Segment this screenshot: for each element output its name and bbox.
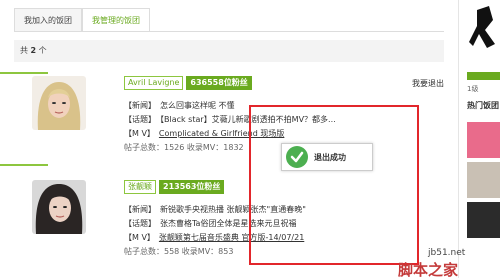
hot-group-thumbnail[interactable] bbox=[467, 162, 500, 198]
tab-managed-groups[interactable]: 我管理的饭团 bbox=[82, 8, 150, 32]
quit-group-link[interactable]: 我要退出 bbox=[412, 78, 444, 89]
right-sidebar: 1级 热门饭团 bbox=[458, 0, 500, 278]
watermark-site: jb51.net bbox=[428, 248, 466, 258]
group-name-row: Avril Lavigne 636558位粉丝 bbox=[124, 76, 252, 90]
fans-count: 213563 bbox=[163, 182, 197, 191]
level-progress-bar bbox=[467, 72, 500, 80]
news-tag: 【新闻】 bbox=[124, 205, 156, 214]
group-name-link[interactable]: 张靓颖 bbox=[124, 180, 156, 194]
group-name-row: 张靓颖 213563位粉丝 bbox=[124, 180, 225, 194]
checkmark-icon bbox=[286, 146, 308, 168]
row-separator bbox=[0, 164, 48, 166]
group-avatar[interactable] bbox=[32, 76, 86, 130]
mv-tag: 【M V】 bbox=[124, 233, 155, 242]
news-line: 【新闻】 怎么回事这样呢 不懂 bbox=[124, 100, 235, 111]
group-count-bar: 共 2 个 bbox=[14, 40, 444, 62]
group-stats: 帖子总数：558 收录MV：853 bbox=[124, 247, 234, 256]
news-tag: 【新闻】 bbox=[124, 101, 156, 110]
user-level: 1级 bbox=[467, 85, 479, 93]
highlight-box bbox=[249, 105, 419, 265]
group-name-link[interactable]: Avril Lavigne bbox=[124, 76, 184, 90]
count-value: 2 bbox=[30, 46, 37, 55]
fans-badge: 213563位粉丝 bbox=[159, 180, 225, 194]
row-separator bbox=[0, 72, 48, 74]
mv-tag: 【M V】 bbox=[124, 129, 155, 138]
fans-label: 位粉丝 bbox=[223, 78, 248, 87]
fans-count: 636558 bbox=[190, 78, 224, 87]
count-prefix: 共 bbox=[20, 46, 28, 55]
fans-label: 位粉丝 bbox=[196, 182, 221, 191]
success-toast: 退出成功 bbox=[281, 143, 373, 171]
hot-group-thumbnail[interactable] bbox=[467, 202, 500, 238]
news-text[interactable]: 怎么回事这样呢 不懂 bbox=[160, 101, 235, 110]
topic-tag: 【话题】 bbox=[124, 219, 156, 228]
hot-groups-title: 热门饭团 bbox=[467, 101, 499, 110]
group-avatar[interactable] bbox=[32, 180, 86, 234]
tab-bar: 我加入的饭团 我管理的饭团 bbox=[14, 8, 150, 32]
group-stats: 帖子总数：1526 收录MV：1832 bbox=[124, 143, 244, 152]
fans-badge: 636558位粉丝 bbox=[186, 76, 252, 90]
topic-tag: 【话题】 bbox=[124, 115, 156, 124]
tab-joined-groups[interactable]: 我加入的饭团 bbox=[14, 8, 82, 32]
user-profile-image[interactable] bbox=[467, 0, 500, 64]
tab-divider bbox=[14, 31, 444, 32]
watermark-brand: 脚本之家 bbox=[398, 261, 459, 278]
hot-group-thumbnail[interactable] bbox=[467, 122, 500, 158]
count-suffix: 个 bbox=[38, 46, 47, 55]
toast-message: 退出成功 bbox=[314, 152, 346, 162]
